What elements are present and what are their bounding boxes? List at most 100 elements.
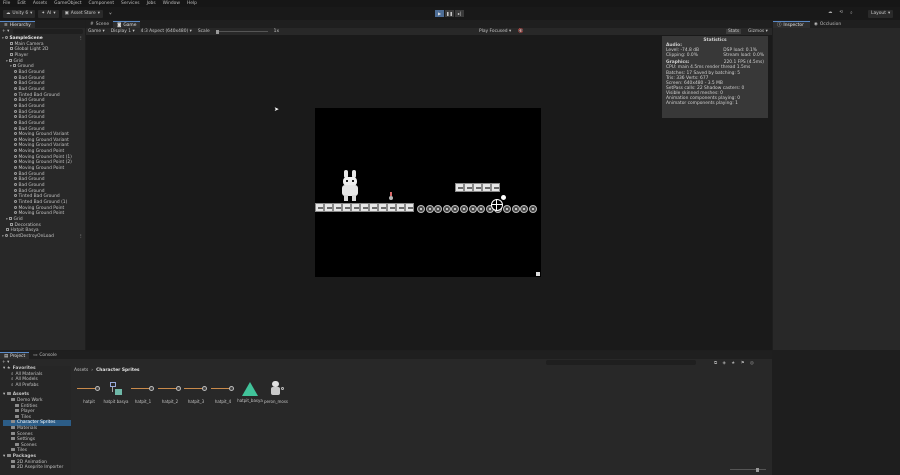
hierarchy-row-label: Bad Ground bbox=[18, 109, 45, 115]
stats-button[interactable]: Stats bbox=[726, 29, 742, 34]
hierarchy-row-label: Bad Ground bbox=[18, 171, 45, 177]
menu-help[interactable]: Help bbox=[187, 1, 197, 6]
favorite-item[interactable]: ⌕ All Prefabs bbox=[3, 383, 71, 389]
prefab-icon bbox=[14, 177, 17, 181]
project-search-input[interactable] bbox=[546, 360, 696, 365]
game-screen[interactable] bbox=[315, 108, 541, 277]
tab-inspector[interactable]: ⓘ Inspector bbox=[773, 21, 810, 28]
thumbnail-size-slider[interactable] bbox=[730, 467, 766, 472]
hierarchy-row-label: Bad Ground bbox=[18, 81, 45, 87]
asset-store-button[interactable]: ▣ Asset Store ▾ bbox=[61, 9, 103, 18]
account-button[interactable]: ☁ Unity 6 ▾ bbox=[3, 9, 36, 18]
scene-icon bbox=[5, 36, 8, 39]
asset-thumbnail[interactable]: hatpit_4 bbox=[210, 381, 236, 409]
package-item[interactable]: 2D Aseprite Importer bbox=[3, 465, 71, 471]
prefab-icon bbox=[14, 154, 17, 158]
search-icon: ⌕ bbox=[11, 382, 14, 388]
history-icon[interactable]: ⟲ bbox=[839, 10, 843, 16]
folder-icon bbox=[6, 392, 11, 396]
ai-button[interactable]: ✦ AI ▾ bbox=[38, 9, 59, 18]
menu-jobs[interactable]: Jobs bbox=[147, 1, 156, 6]
favorites-list: ⌕ All Materials ⌕ All Models ⌕ All Prefabs bbox=[3, 372, 71, 389]
inspector-panel: ⓘ Inspector ◉ Occlusion bbox=[773, 20, 900, 350]
gameobject-icon bbox=[9, 217, 12, 220]
project-toolbar-icons[interactable]: ⧉ ◈ ★ ⚑ ◎ bbox=[714, 360, 756, 366]
asset-thumbnail[interactable]: hatpit_3 bbox=[183, 381, 209, 409]
stream-load: Stream load: 0.0% bbox=[723, 53, 764, 59]
tab-game[interactable]: ◙ Game bbox=[113, 21, 141, 28]
prefab-icon bbox=[14, 166, 17, 170]
asset-thumbnail[interactable]: peron_moss bbox=[263, 381, 289, 409]
hierarchy-row-label: Bad Ground bbox=[18, 98, 45, 104]
floating-platform bbox=[455, 183, 500, 192]
asset-thumbnail[interactable]: hatpit_2 bbox=[157, 381, 183, 409]
target-marker bbox=[491, 199, 503, 211]
sparkle-icon: ✦ bbox=[41, 11, 46, 16]
hierarchy-row-label: Bad Ground bbox=[18, 75, 45, 81]
hierarchy-search-input[interactable] bbox=[13, 29, 83, 34]
menu-bar: File Edit Assets GameObject Component Service… bbox=[0, 0, 900, 7]
breadcrumb-assets[interactable]: Assets bbox=[74, 368, 88, 373]
menu-assets[interactable]: Assets bbox=[33, 1, 47, 6]
folder-icon bbox=[15, 414, 19, 418]
hierarchy-row-label: Bad Ground bbox=[18, 188, 45, 194]
folder-icon: ▤ bbox=[4, 353, 9, 359]
hierarchy-row-label: Moving Ground Point bbox=[18, 205, 65, 211]
prefab-icon bbox=[14, 109, 17, 113]
breadcrumb-current[interactable]: Character Sprites bbox=[96, 368, 139, 373]
play-button[interactable]: ▶ bbox=[435, 10, 444, 17]
hierarchy-row-label: Moving Ground Point bbox=[18, 211, 65, 217]
prefab-icon bbox=[14, 132, 17, 136]
scale-slider-handle[interactable] bbox=[215, 29, 219, 34]
display-dropdown[interactable]: Display 1 ▾ bbox=[111, 29, 135, 34]
prefab-icon bbox=[14, 183, 17, 187]
version-control-button[interactable]: ⑂ bbox=[106, 10, 115, 18]
search-icon[interactable]: ⌕ bbox=[850, 10, 852, 16]
menu-services[interactable]: Services bbox=[121, 1, 140, 6]
folder-icon bbox=[15, 409, 19, 413]
asset-thumbnail[interactable]: hatpit basya bbox=[103, 381, 129, 409]
menu-gameobject[interactable]: GameObject bbox=[54, 1, 81, 6]
asset-thumbnail[interactable]: hatpit bbox=[76, 381, 102, 409]
asset-thumbnail[interactable]: hatpit_1 bbox=[130, 381, 156, 409]
tab-project[interactable]: ▤ Project bbox=[0, 352, 30, 359]
menu-edit[interactable]: Edit bbox=[17, 1, 26, 6]
pause-button[interactable]: ❚❚ bbox=[445, 10, 454, 17]
prefab-icon bbox=[14, 103, 17, 107]
hierarchy-panel: ≡ Hierarchy + ▾ ▾ SampleScene ⋮ Main Camera… bbox=[0, 20, 85, 350]
menu-component[interactable]: Component bbox=[89, 1, 115, 6]
ground-platform bbox=[315, 203, 414, 212]
hierarchy-row-label: Tinted Bad Ground bbox=[18, 92, 60, 98]
layout-dropdown[interactable]: Layout ▾ bbox=[868, 9, 894, 18]
gizmos-dropdown[interactable]: Gizmos ▾ bbox=[748, 29, 768, 34]
menu-file[interactable]: File bbox=[3, 1, 10, 6]
tab-scene[interactable]: # Scene bbox=[86, 21, 113, 28]
thumbnail-size-handle[interactable] bbox=[756, 467, 759, 472]
asset-thumbnail[interactable]: hatpit_basya bbox=[237, 381, 263, 409]
cloud-icon[interactable]: ☁ bbox=[828, 10, 832, 16]
main-toolbar: ☁ Unity 6 ▾ ✦ AI ▾ ▣ Asset Store ▾ ⑂ ▶ ❚… bbox=[0, 7, 900, 20]
aspect-dropdown[interactable]: 4:3 Aspect (640x480) ▾ bbox=[141, 29, 192, 34]
project-tabbar: ▤ Project ▭ Console bbox=[0, 351, 772, 359]
add-icon[interactable]: + ▾ bbox=[2, 29, 9, 34]
add-icon[interactable]: + ▾ bbox=[2, 360, 9, 365]
more-icon[interactable]: ⋮ bbox=[79, 234, 83, 240]
hierarchy-row[interactable]: ▾ DontDestroyOnLoad ⋮ bbox=[0, 233, 85, 240]
scale-slider[interactable] bbox=[215, 29, 268, 34]
prefab-icon bbox=[14, 75, 17, 79]
play-focus-dropdown[interactable]: Play Focused ▾ bbox=[479, 29, 511, 34]
hierarchy-row-label: Tinted Bad Ground bbox=[18, 194, 60, 200]
bunny-character bbox=[342, 170, 358, 202]
center-panel: # Scene ◙ Game Game ▾ Display 1 ▾ 4:3 As… bbox=[86, 20, 772, 350]
game-mode-dropdown[interactable]: Game ▾ bbox=[88, 29, 105, 34]
prefab-icon bbox=[14, 69, 17, 73]
prefab-icon bbox=[14, 120, 17, 124]
store-icon: ▣ bbox=[64, 11, 69, 16]
hierarchy-row-label: Bad Ground bbox=[18, 115, 45, 121]
menu-window[interactable]: Window bbox=[163, 1, 180, 6]
step-button[interactable]: ▸| bbox=[455, 10, 464, 17]
mute-icon[interactable]: 🔇 bbox=[518, 29, 523, 34]
tab-occlusion[interactable]: ◉ Occlusion bbox=[810, 21, 845, 28]
tab-console[interactable]: ▭ Console bbox=[29, 352, 61, 359]
tab-hierarchy[interactable]: ≡ Hierarchy bbox=[0, 21, 35, 28]
